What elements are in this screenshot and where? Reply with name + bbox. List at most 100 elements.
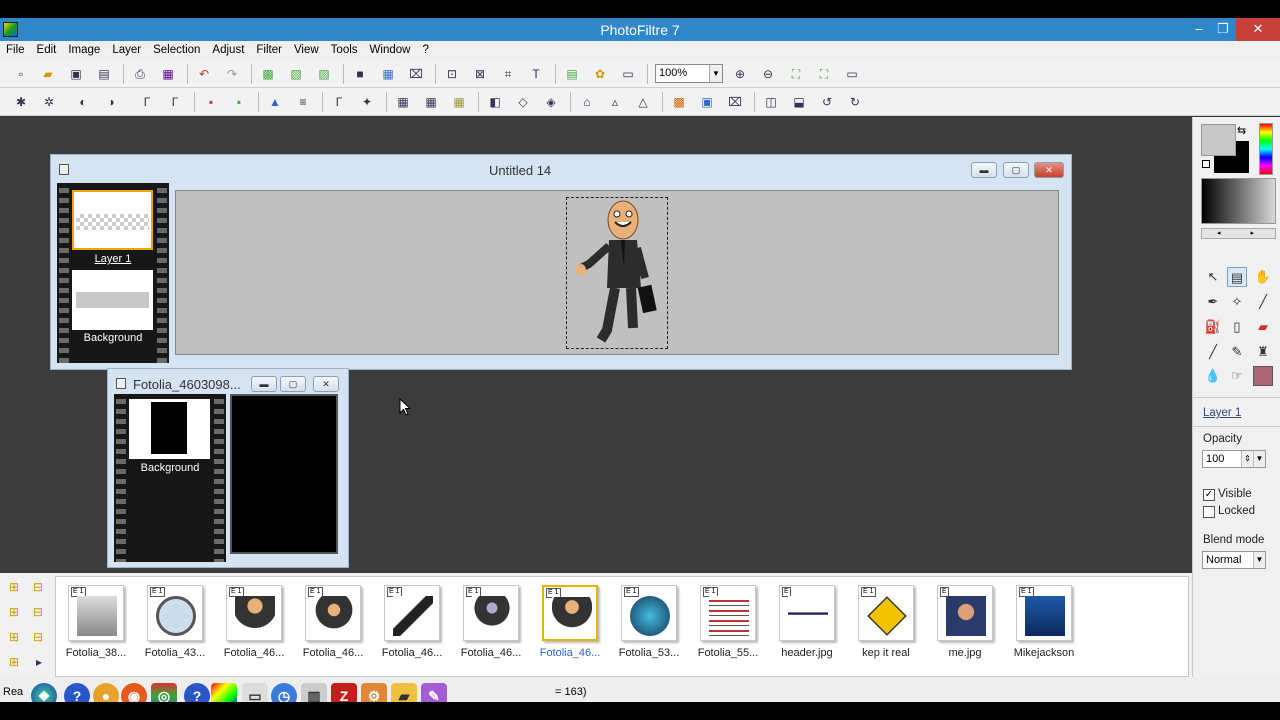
menu-tools[interactable]: Tools	[325, 41, 364, 56]
gamma-down-icon[interactable]: Γ	[138, 93, 156, 111]
grayscale-icon[interactable]: ▦	[394, 93, 412, 111]
tool-icon[interactable]: ⚙	[361, 683, 387, 702]
layer-thumbnail-background[interactable]	[129, 399, 210, 459]
auto-brightness-icon[interactable]: Γ	[330, 93, 348, 111]
brightness-down-icon[interactable]: ◐	[74, 93, 92, 111]
save-as-icon[interactable]: ▤	[95, 65, 113, 83]
menu-help[interactable]: ?	[416, 41, 434, 56]
file-caption[interactable]: Fotolia_53...	[609, 647, 689, 659]
spray-icon[interactable]: ▯	[1227, 317, 1247, 337]
plugins-icon[interactable]: ✿	[591, 65, 609, 83]
folder-new-icon[interactable]: ⊞	[5, 603, 23, 621]
file-caption[interactable]: Fotolia_46...	[372, 647, 452, 659]
layer-name-label[interactable]: Layer 1	[1203, 407, 1241, 419]
doc-maximize-button[interactable]: ▢	[1003, 162, 1029, 178]
flip-horizontal-icon[interactable]: ◫	[762, 93, 780, 111]
advanced-brush-icon[interactable]: ✎	[1227, 342, 1247, 362]
blur-drop-icon[interactable]: 💧	[1203, 366, 1223, 386]
marquee-tool-icon[interactable]: ▤	[1227, 267, 1247, 287]
canvas-size-icon[interactable]: ⊠	[471, 65, 489, 83]
document-window-untitled[interactable]: Untitled 14 ▬ ▢ ✕ Layer 1 Background	[50, 154, 1072, 370]
menu-view[interactable]: View	[288, 41, 325, 56]
doc-minimize-button[interactable]: ▬	[251, 376, 277, 392]
menu-selection[interactable]: Selection	[147, 41, 206, 56]
file-caption[interactable]: kep it real	[846, 647, 926, 659]
scan-icon[interactable]: ▦	[159, 65, 177, 83]
zoom-out-icon[interactable]: ⊖	[759, 65, 777, 83]
file-caption[interactable]: Fotolia_43...	[135, 647, 215, 659]
fill-bucket-icon[interactable]: ⛽	[1203, 317, 1223, 337]
file-caption[interactable]: Fotolia_38...	[56, 647, 136, 659]
archive-icon[interactable]: ▥	[301, 683, 327, 702]
fit-window-icon[interactable]: ⛶	[815, 65, 833, 83]
layer-label-background[interactable]: Background	[57, 332, 169, 344]
file-caption[interactable]: Mikejackson	[1004, 647, 1084, 659]
file-thumbnail[interactable]: E 1	[621, 585, 677, 641]
doc-maximize-button[interactable]: ▢	[280, 376, 306, 392]
image-canvas[interactable]	[230, 394, 338, 554]
undo-icon[interactable]: ↶	[195, 65, 213, 83]
layer-label-background[interactable]: Background	[114, 462, 226, 474]
menu-adjust[interactable]: Adjust	[206, 41, 250, 56]
chevron-down-icon[interactable]: ▼	[709, 65, 722, 82]
magic-wand-icon[interactable]: ✧	[1227, 292, 1247, 312]
text-icon[interactable]: T	[527, 65, 545, 83]
folder-icon[interactable]: ▰	[391, 683, 417, 702]
preferences-icon[interactable]: ▭	[619, 65, 637, 83]
photofiltre-icon[interactable]	[211, 683, 237, 702]
file-thumbnail[interactable]: E 1	[305, 585, 361, 641]
copy-icon[interactable]: ▩	[259, 65, 277, 83]
rotate-right-icon[interactable]: ↻	[846, 93, 864, 111]
file-caption[interactable]: Fotolia_46...	[293, 647, 373, 659]
zoom-in-icon[interactable]: ⊕	[731, 65, 749, 83]
file-thumbnail[interactable]: E 1	[700, 585, 756, 641]
document-window-fotolia[interactable]: Fotolia_4603098... ▬ ▢ ✕ Background	[107, 368, 349, 568]
fill-icon[interactable]: ■	[351, 65, 369, 83]
document-title-bar[interactable]: Fotolia_4603098... ▬ ▢ ✕	[108, 369, 348, 397]
brush-icon[interactable]: ╱	[1203, 342, 1223, 362]
layer-thumbnail-layer1[interactable]	[72, 190, 153, 250]
swap-colors-icon[interactable]: ⇆	[1237, 124, 1249, 137]
contour-icon[interactable]: △	[634, 93, 652, 111]
locked-checkbox[interactable]	[1203, 506, 1215, 518]
close-button[interactable]: ✕	[1236, 18, 1280, 41]
flip-vertical-icon[interactable]: ⬓	[790, 93, 808, 111]
auto-level-icon[interactable]: ✱	[12, 93, 30, 111]
filezilla-icon[interactable]: Z	[331, 683, 357, 702]
paste-new-icon[interactable]: ▨	[315, 65, 333, 83]
help-globe-icon[interactable]: ?	[64, 683, 90, 702]
print-icon[interactable]: ⎙	[131, 65, 149, 83]
selection-tool-icon[interactable]: ↖	[1203, 267, 1223, 287]
firefox-icon[interactable]: ◉	[121, 683, 147, 702]
new-file-icon[interactable]: ▫	[12, 65, 30, 83]
image-size-icon[interactable]: ⊡	[443, 65, 461, 83]
clock-icon[interactable]: ◷	[271, 683, 297, 702]
doc-close-button[interactable]: ✕	[1034, 162, 1064, 178]
help-icon[interactable]: ?	[184, 683, 210, 702]
file-thumbnail[interactable]: E 1	[68, 585, 124, 641]
chevron-down-icon[interactable]: ▼	[1253, 451, 1265, 467]
folder-refresh-icon[interactable]: ⊟	[29, 603, 47, 621]
file-caption[interactable]: me.jpg	[925, 647, 1005, 659]
layers-icon[interactable]: ▤	[563, 65, 581, 83]
file-caption[interactable]: Fotolia_46...	[214, 647, 294, 659]
emboss-icon[interactable]: ▵	[606, 93, 624, 111]
file-thumbnail[interactable]: E 1	[384, 585, 440, 641]
gamma-up-icon[interactable]: Γ	[166, 93, 184, 111]
folder-options-icon[interactable]: ⊟	[29, 628, 47, 646]
stamp-tool-icon[interactable]: ♜	[1253, 342, 1273, 362]
finger-tool-icon[interactable]: ☞	[1227, 366, 1247, 386]
auto-contrast-icon[interactable]: ✲	[40, 93, 58, 111]
folder-list-icon[interactable]: ⊞	[5, 653, 23, 671]
file-caption[interactable]: Fotolia_55...	[688, 647, 768, 659]
foreground-color-swatch[interactable]	[1201, 124, 1236, 156]
menu-edit[interactable]: Edit	[31, 41, 63, 56]
hand-tool-icon[interactable]: ✋	[1253, 267, 1273, 287]
paste-icon[interactable]: ▧	[287, 65, 305, 83]
zoom-select[interactable]: 100% ▼	[655, 64, 723, 83]
document-title-bar[interactable]: Untitled 14 ▬ ▢ ✕	[51, 155, 1071, 183]
open-folder-icon[interactable]: ▰	[39, 65, 57, 83]
menu-image[interactable]: Image	[62, 41, 106, 56]
file-thumbnail[interactable]: E 1	[147, 585, 203, 641]
media-player-icon[interactable]: ●	[93, 683, 119, 702]
